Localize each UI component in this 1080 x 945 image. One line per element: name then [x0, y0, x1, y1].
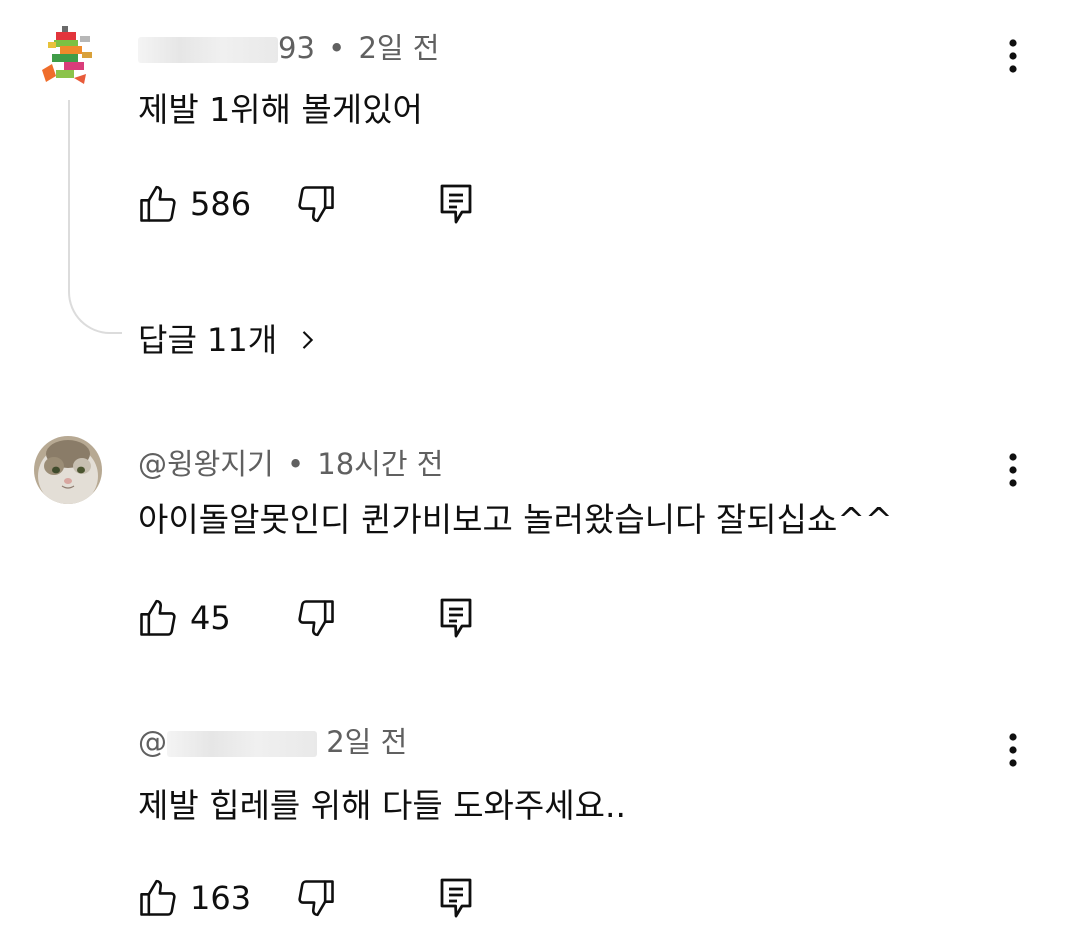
reply-button[interactable] [436, 182, 476, 226]
dislike-button[interactable] [294, 596, 338, 640]
comment-actions: 163 [136, 876, 536, 920]
comment-author[interactable]: @ [138, 725, 167, 759]
comment-author[interactable]: 93 [278, 31, 315, 65]
like-count: 163 [190, 879, 252, 917]
avatar[interactable] [34, 436, 102, 504]
blurred-author-name [138, 37, 278, 63]
chevron-right-icon [302, 331, 314, 349]
reply-button[interactable] [436, 596, 476, 640]
comment-item: @윙왕지기 • 18시간 전 아이돌알못인디 퀸가비보고 놀러왔습니다 잘되십쇼… [0, 420, 1080, 670]
comment-text: 제발 1위해 볼게있어 [138, 90, 423, 129]
comment-item: @ 2일 전 제발 힙레를 위해 다들 도와주세요.. 163 [0, 710, 1080, 945]
comment-meta: @윙왕지기 • 18시간 전 [138, 446, 443, 482]
thumbs-up-icon [140, 599, 176, 636]
comment-actions: 586 [136, 182, 536, 226]
meta-separator: • [328, 31, 346, 65]
comment-text: 아이돌알못인디 퀸가비보고 놀러왔습니다 잘되십쇼^^ [138, 500, 893, 539]
dislike-button[interactable] [294, 876, 338, 920]
reply-thread-line [68, 100, 122, 334]
like-button[interactable]: 163 [136, 876, 251, 920]
comment-time[interactable]: 2일 전 [358, 31, 439, 65]
avatar[interactable] [34, 22, 102, 90]
comment-reply-icon [440, 878, 472, 918]
thumbs-down-icon [298, 880, 334, 917]
comment-author[interactable]: @윙왕지기 [138, 447, 274, 481]
more-options-button[interactable] [996, 32, 1030, 80]
comment-reply-icon [440, 184, 472, 224]
like-button[interactable]: 586 [136, 182, 251, 226]
blurred-author-name [167, 731, 317, 757]
more-vertical-icon [1009, 733, 1017, 767]
more-options-button[interactable] [996, 726, 1030, 774]
comment-time[interactable]: 18시간 전 [317, 447, 443, 481]
replies-count-label: 답글 11개 [138, 321, 278, 359]
thumbs-up-icon [140, 879, 176, 916]
like-count: 586 [190, 185, 252, 223]
comment-actions: 45 [136, 596, 536, 640]
view-replies-link[interactable]: 답글 11개 [138, 318, 321, 362]
thumbs-up-icon [140, 185, 176, 222]
dislike-button[interactable] [294, 182, 338, 226]
more-vertical-icon [1009, 453, 1017, 487]
thumbs-down-icon [298, 186, 334, 223]
more-options-button[interactable] [996, 446, 1030, 494]
thumbs-down-icon [298, 600, 334, 637]
comment-text: 제발 힙레를 위해 다들 도와주세요.. [138, 786, 626, 825]
comment-meta: @ 2일 전 [138, 724, 407, 760]
comment-time[interactable]: 2일 전 [326, 725, 407, 759]
comment-reply-icon [440, 598, 472, 638]
more-vertical-icon [1009, 39, 1017, 73]
like-button[interactable]: 45 [136, 596, 231, 640]
comment-meta: 93 • 2일 전 [138, 30, 439, 66]
reply-button[interactable] [436, 876, 476, 920]
meta-separator: • [286, 447, 305, 481]
like-count: 45 [190, 599, 231, 637]
comment-item: 93 • 2일 전 제발 1위해 볼게있어 586 답글 11개 [0, 0, 1080, 380]
